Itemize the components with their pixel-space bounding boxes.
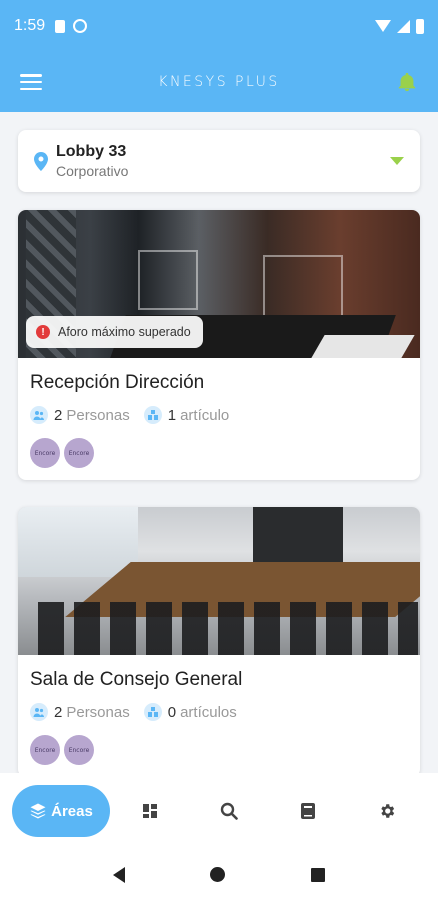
location-pin-icon xyxy=(34,151,48,171)
area-title: Sala de Consejo General xyxy=(30,669,243,690)
items-label: artículo xyxy=(180,406,230,424)
alert-text: Aforo máximo superado xyxy=(58,325,191,339)
items-label: artículos xyxy=(180,703,237,721)
recent-apps-icon[interactable] xyxy=(311,867,326,882)
persons-label: Personas xyxy=(66,703,130,721)
location-name: Lobby 33 xyxy=(56,143,127,160)
area-photo xyxy=(18,507,420,655)
book-icon xyxy=(300,803,315,819)
area-card-sala-consejo[interactable]: Sala de Consejo General 2 Personas 0 art… xyxy=(18,507,420,777)
nav-areas-button[interactable]: Áreas xyxy=(12,785,110,837)
sim-card-icon xyxy=(55,19,66,33)
people-icon xyxy=(30,703,48,721)
persons-count: 2 xyxy=(54,406,63,424)
bottom-nav: Áreas xyxy=(0,773,438,849)
nav-book-button[interactable] xyxy=(268,785,347,837)
back-icon[interactable] xyxy=(112,866,125,883)
signal-icon xyxy=(397,19,410,33)
capacity-alert: ! Aforo máximo superado xyxy=(26,316,203,348)
sync-icon xyxy=(73,19,88,33)
nav-search-button[interactable] xyxy=(189,785,268,837)
items-count: 1 xyxy=(167,406,177,424)
system-nav-bar xyxy=(0,849,438,900)
area-photo: ! Aforo máximo superado xyxy=(18,210,420,358)
area-card-recepcion[interactable]: ! Aforo máximo superado Recepción Direcc… xyxy=(18,210,420,480)
device-badge: Encore xyxy=(30,438,60,468)
nav-settings-button[interactable] xyxy=(347,785,426,837)
nav-dashboard-button[interactable] xyxy=(110,785,189,837)
dashboard-icon xyxy=(142,804,157,818)
app-title: KNESYS PLUS xyxy=(158,74,280,90)
persons-count: 2 xyxy=(54,703,63,721)
nav-areas-label: Áreas xyxy=(51,802,93,820)
device-badges: Encore Encore xyxy=(30,735,420,765)
battery-icon xyxy=(416,18,424,34)
wifi-icon xyxy=(375,20,391,32)
device-badge: Encore xyxy=(64,438,94,468)
app-bar: KNESYS PLUS xyxy=(0,52,438,112)
people-icon xyxy=(30,406,48,424)
search-icon xyxy=(220,802,238,820)
area-meta: 2 Personas 1 artículo xyxy=(30,406,420,424)
area-title: Recepción Dirección xyxy=(30,372,205,393)
status-time: 1:59 xyxy=(14,17,46,34)
items-icon xyxy=(143,406,162,424)
persons-label: Personas xyxy=(66,406,130,424)
dropdown-caret-icon[interactable] xyxy=(390,157,404,165)
home-icon[interactable] xyxy=(210,867,226,882)
status-bar: 1:59 xyxy=(0,0,438,52)
device-badges: Encore Encore xyxy=(30,438,420,468)
items-count: 0 xyxy=(167,703,177,721)
device-badge: Encore xyxy=(64,735,94,765)
layers-icon xyxy=(30,803,46,819)
alert-icon: ! xyxy=(36,325,50,339)
area-meta: 2 Personas 0 artículos xyxy=(30,703,420,721)
location-selector[interactable]: Lobby 33 Corporativo xyxy=(18,130,420,192)
menu-icon[interactable] xyxy=(20,74,42,90)
settings-icon xyxy=(380,804,394,818)
notification-bell-icon[interactable] xyxy=(396,71,418,93)
location-type: Corporativo xyxy=(56,163,129,179)
device-badge: Encore xyxy=(30,735,60,765)
items-icon xyxy=(143,703,162,721)
